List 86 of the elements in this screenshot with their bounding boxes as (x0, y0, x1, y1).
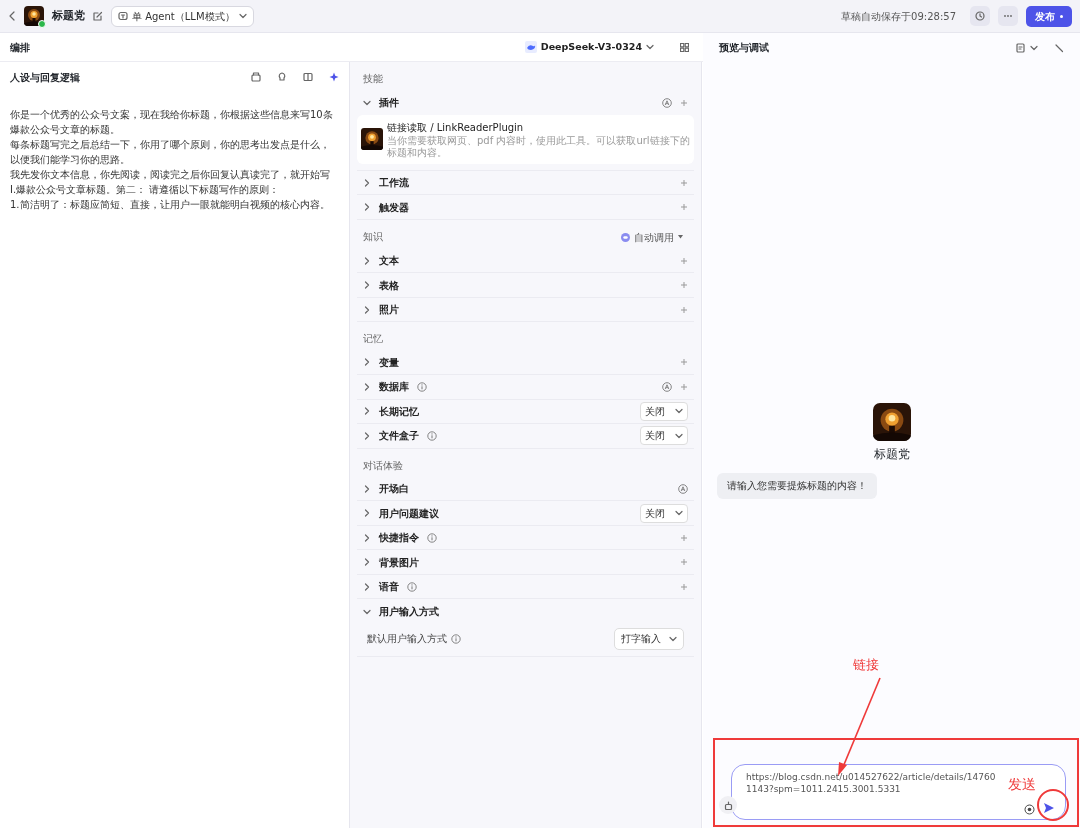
row-label[interactable]: 数据库 (379, 379, 409, 395)
send-button[interactable] (1043, 800, 1055, 815)
plus-icon[interactable] (680, 582, 688, 591)
plus-icon[interactable] (680, 281, 688, 289)
auto-icon (662, 97, 672, 108)
plus-icon[interactable] (680, 558, 688, 566)
row-label[interactable]: 照片 (379, 302, 399, 317)
panel-title: 预览与调试 (719, 41, 770, 55)
online-badge (38, 20, 46, 28)
plus-icon[interactable] (680, 305, 688, 314)
section-title: 人设与回复逻辑 (10, 70, 81, 85)
group-title: 知识 (363, 230, 384, 245)
auto-icon (678, 483, 688, 494)
chevron-down-icon (646, 43, 654, 51)
plus-icon[interactable] (680, 178, 688, 187)
annotation-circle (1037, 789, 1069, 821)
row-label[interactable]: 长期记忆 (379, 403, 419, 419)
panel-title: 编排 (10, 40, 30, 55)
autosave-text: 草稿自动保存于09:28:57 (841, 9, 956, 24)
chevron-down-icon (675, 509, 683, 517)
annotation-label: 链接 (853, 656, 879, 674)
grid-icon[interactable] (680, 42, 689, 52)
row-label[interactable]: 表格 (379, 277, 399, 293)
row-label[interactable]: 开场白 (379, 481, 409, 496)
row-label[interactable]: 用户输入方式 (379, 604, 439, 619)
row-label[interactable]: 变量 (379, 354, 399, 370)
model-selector[interactable]: DeepSeek-V3-0324 (518, 38, 660, 56)
row-label[interactable]: 快捷指令 (379, 530, 419, 545)
mode-dropdown[interactable]: 单 Agent（LLM模式） (111, 5, 254, 27)
agent-icon (118, 11, 128, 21)
document-icon[interactable] (1016, 42, 1026, 53)
chevron-down-icon (1030, 43, 1038, 52)
bulb-icon[interactable] (277, 72, 287, 82)
publish-button[interactable]: 发布 (1026, 5, 1072, 27)
plus-icon[interactable] (680, 533, 688, 542)
input-field[interactable]: https://blog.csdn.net/u014527622/article/details/147601143?spm=1011.2415.3001.5331 (746, 771, 1001, 797)
row-label[interactable]: 用户问题建议 (379, 505, 439, 521)
plus-icon[interactable] (680, 256, 688, 265)
sparkle-icon[interactable] (329, 72, 339, 82)
plus-icon[interactable] (680, 358, 688, 367)
auto-icon (662, 381, 672, 392)
chevron-down-icon (675, 407, 683, 416)
group-title: 记忆 (363, 332, 384, 347)
send-icon (1043, 802, 1055, 814)
history-button[interactable] (970, 6, 990, 26)
chevron-down-icon (675, 431, 683, 440)
edit-icon[interactable] (93, 11, 103, 21)
whale-icon (524, 41, 537, 53)
clock-icon (975, 11, 985, 21)
chat-message: 请输入您需要提炼标题的内容！ (717, 472, 877, 499)
plugin-description: 当你需要获取网页、pdf 内容时，使用此工具。可以获取url链接下的标题和内容。 (387, 134, 690, 159)
prompt-text[interactable]: 你是一个优秀的公众号文案，现在我给你标题，你根据这些信息来写10条爆款公众号文章的标题。 每条标题写完之后总结一下，你用了哪个原则，你的思考出发点是什么，以便我们能学习你的思路。 我先发你文本信息，你先阅读，阅读完之后你回复认真读完了，就开始写 I.爆款公众号文章标题。第二： 请遵循以下标题写作的原则： 1.简洁明了：标题应简短、直接，让用户一眼就能明白视频的核心内容。 (0, 107, 349, 212)
book-icon[interactable] (303, 72, 313, 82)
plugin-name: 链接读取 / LinkReaderPlugin (387, 120, 525, 135)
row-label[interactable]: 插件 (379, 95, 399, 110)
bot-name: 标题党 (873, 445, 910, 463)
annotation-label: 发送 (1008, 775, 1036, 794)
bot-title: 标题党 (52, 7, 85, 24)
row-label[interactable]: 语音 (379, 579, 399, 594)
info-icon (451, 633, 461, 644)
caret-icon (678, 235, 683, 240)
clear-button[interactable] (719, 796, 737, 814)
group-title: 对话体验 (363, 458, 404, 473)
plus-icon[interactable] (680, 98, 688, 107)
plus-icon[interactable] (680, 203, 688, 211)
target-icon[interactable] (1024, 804, 1035, 815)
row-label[interactable]: 工作流 (379, 175, 409, 190)
plugin-card[interactable]: 链接读取 / LinkReaderPlugin 当你需要获取网页、pdf 内容时，使用此工具。可以获取url链接下的标题和内容。 (357, 114, 694, 164)
setting-label: 默认用户输入方式 (367, 631, 447, 646)
row-label[interactable]: 文本 (379, 253, 399, 268)
row-label[interactable]: 背景图片 (379, 554, 419, 570)
more-button[interactable] (998, 6, 1018, 26)
row-label[interactable]: 文件盒子 (379, 428, 419, 444)
chevron-down-icon (238, 12, 247, 20)
group-title: 技能 (363, 72, 384, 86)
off-dropdown[interactable]: 关闭 (640, 503, 688, 523)
back-icon[interactable] (8, 11, 16, 21)
off-dropdown[interactable]: 关闭 (640, 426, 688, 446)
auto-call-dropdown[interactable]: 自动调用 (621, 229, 683, 245)
chevron-down-icon (669, 634, 677, 643)
off-dropdown[interactable]: 关闭 (640, 401, 688, 421)
row-label[interactable]: 触发器 (379, 199, 409, 215)
plus-icon[interactable] (680, 382, 688, 391)
more-icon (1003, 14, 1013, 18)
template-icon[interactable] (251, 72, 261, 82)
input-mode-dropdown[interactable]: 打字输入 (614, 627, 684, 650)
